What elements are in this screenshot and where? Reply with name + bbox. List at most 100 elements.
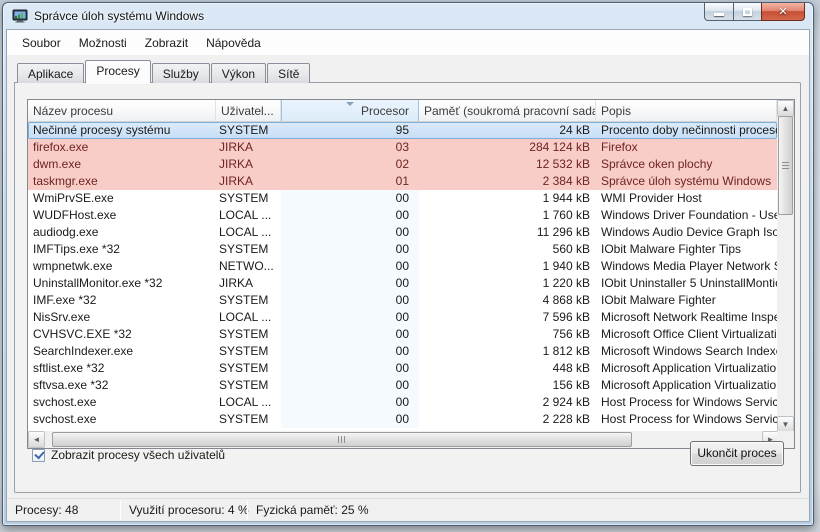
- close-button[interactable]: ✕: [761, 3, 805, 21]
- show-all-users-label: Zobrazit procesy všech uživatelů: [51, 448, 225, 462]
- cell-memory: 2 384 kB: [419, 173, 596, 190]
- cell-user: SYSTEM: [216, 292, 281, 309]
- table-row[interactable]: UninstallMonitor.exe *32 JIRKA 00 1 220 …: [28, 275, 777, 292]
- column-header-memory[interactable]: Paměť (soukromá pracovní sada): [419, 100, 596, 121]
- cell-description: Microsoft Windows Search Indexer: [596, 343, 777, 360]
- cell-cpu: 95: [281, 122, 419, 139]
- cell-memory: 11 296 kB: [419, 224, 596, 241]
- cell-user: JIRKA: [216, 139, 281, 156]
- vertical-scrollbar[interactable]: ▲ ▼: [777, 100, 794, 433]
- tab-aplikace[interactable]: Aplikace: [17, 63, 84, 83]
- cell-memory: 1 940 kB: [419, 258, 596, 275]
- cell-cpu: 00: [281, 309, 419, 326]
- cell-cpu: 00: [281, 190, 419, 207]
- table-row[interactable]: firefox.exe JIRKA 03 284 124 kB Firefox: [28, 139, 777, 156]
- cell-cpu: 00: [281, 241, 419, 258]
- table-row[interactable]: WmiPrvSE.exe SYSTEM 00 1 944 kB WMI Prov…: [28, 190, 777, 207]
- show-all-users-checkbox[interactable]: [32, 449, 45, 462]
- column-header-user[interactable]: Uživatel...: [216, 100, 281, 121]
- table-row[interactable]: svchost.exe LOCAL ... 00 2 924 kB Host P…: [28, 394, 777, 411]
- cell-description: Správce oken plochy: [596, 156, 777, 173]
- cell-cpu: 03: [281, 139, 419, 156]
- task-manager-window: Správce úloh systému Windows ✕ Soubor Mo…: [2, 2, 814, 526]
- cell-cpu: 00: [281, 275, 419, 292]
- table-row[interactable]: wmpnetwk.exe NETWO... 00 1 940 kB Window…: [28, 258, 777, 275]
- tab-procesy[interactable]: Procesy: [85, 60, 150, 83]
- cell-cpu: 00: [281, 292, 419, 309]
- cell-process-name: NisSrv.exe: [28, 309, 216, 326]
- cell-description: IObit Uninstaller 5 UninstallMontior: [596, 275, 777, 292]
- menu-bar: Soubor Možnosti Zobrazit Nápověda: [7, 30, 809, 55]
- scroll-left-icon[interactable]: ◄: [28, 431, 45, 448]
- window-client-area: Soubor Možnosti Zobrazit Nápověda Aplika…: [6, 29, 810, 522]
- table-body: Nečinné procesy systému SYSTEM 95 24 kB …: [28, 122, 777, 433]
- show-all-users-row[interactable]: Zobrazit procesy všech uživatelů: [32, 448, 225, 462]
- thumb-grip-icon: [782, 162, 789, 169]
- table-row[interactable]: svchost.exe SYSTEM 00 2 228 kB Host Proc…: [28, 411, 777, 428]
- maximize-button[interactable]: [733, 3, 762, 21]
- menu-zobrazit[interactable]: Zobrazit: [136, 33, 197, 53]
- menu-moznosti[interactable]: Možnosti: [70, 33, 136, 53]
- cell-process-name: IMF.exe *32: [28, 292, 216, 309]
- cell-user: SYSTEM: [216, 360, 281, 377]
- end-process-button[interactable]: Ukončit proces: [690, 441, 784, 466]
- tab-vykon[interactable]: Výkon: [211, 63, 266, 83]
- cell-user: SYSTEM: [216, 241, 281, 258]
- tab-site[interactable]: Sítě: [267, 63, 310, 83]
- cell-cpu: 00: [281, 258, 419, 275]
- cell-memory: 156 kB: [419, 377, 596, 394]
- cell-memory: 1 812 kB: [419, 343, 596, 360]
- cell-process-name: Nečinné procesy systému: [28, 122, 216, 139]
- column-header-cpu[interactable]: Procesor: [281, 100, 419, 121]
- menu-soubor[interactable]: Soubor: [13, 33, 70, 53]
- cell-user: LOCAL ...: [216, 309, 281, 326]
- table-row[interactable]: WUDFHost.exe LOCAL ... 00 1 760 kB Windo…: [28, 207, 777, 224]
- tab-sluzby[interactable]: Služby: [152, 63, 210, 83]
- cell-user: SYSTEM: [216, 122, 281, 139]
- cell-cpu: 00: [281, 343, 419, 360]
- cell-user: JIRKA: [216, 156, 281, 173]
- vertical-scrollbar-thumb[interactable]: [778, 116, 793, 215]
- status-bar: Procesy: 48 Využití procesoru: 4 % Fyzic…: [7, 498, 809, 521]
- cell-description: WMI Provider Host: [596, 190, 777, 207]
- cell-user: SYSTEM: [216, 190, 281, 207]
- cell-memory: 12 532 kB: [419, 156, 596, 173]
- minimize-button[interactable]: [704, 3, 734, 21]
- cell-user: SYSTEM: [216, 343, 281, 360]
- table-row[interactable]: dwm.exe JIRKA 02 12 532 kB Správce oken …: [28, 156, 777, 173]
- cell-description: Microsoft Application Virtualization Vi: [596, 377, 777, 394]
- maximize-icon: [743, 8, 752, 16]
- cell-process-name: WmiPrvSE.exe: [28, 190, 216, 207]
- cell-process-name: dwm.exe: [28, 156, 216, 173]
- process-list: Název procesu Uživatel... Procesor Paměť…: [27, 99, 795, 449]
- task-manager-app-icon: [12, 8, 28, 24]
- titlebar[interactable]: Správce úloh systému Windows ✕: [3, 3, 813, 29]
- cell-description: Firefox: [596, 139, 777, 156]
- column-header-process-name[interactable]: Název procesu: [28, 100, 216, 121]
- table-row[interactable]: IMF.exe *32 SYSTEM 00 4 868 kB IObit Mal…: [28, 292, 777, 309]
- cell-cpu: 00: [281, 207, 419, 224]
- table-row[interactable]: Nečinné procesy systému SYSTEM 95 24 kB …: [28, 122, 777, 139]
- table-row[interactable]: IMFTips.exe *32 SYSTEM 00 560 kB IObit M…: [28, 241, 777, 258]
- cell-cpu: 00: [281, 377, 419, 394]
- scroll-up-icon[interactable]: ▲: [777, 100, 794, 117]
- table-row[interactable]: SearchIndexer.exe SYSTEM 00 1 812 kB Mic…: [28, 343, 777, 360]
- cell-description: IObit Malware Fighter Tips: [596, 241, 777, 258]
- cell-description: Správce úloh systému Windows: [596, 173, 777, 190]
- table-row[interactable]: audiodg.exe LOCAL ... 00 11 296 kB Windo…: [28, 224, 777, 241]
- horizontal-scrollbar[interactable]: ◄ ►: [28, 431, 779, 448]
- cell-user: SYSTEM: [216, 377, 281, 394]
- table-row[interactable]: taskmgr.exe JIRKA 01 2 384 kB Správce úl…: [28, 173, 777, 190]
- cell-cpu: 00: [281, 360, 419, 377]
- sort-arrow-icon: [346, 102, 354, 106]
- table-row[interactable]: NisSrv.exe LOCAL ... 00 7 596 kB Microso…: [28, 309, 777, 326]
- table-header: Název procesu Uživatel... Procesor Paměť…: [28, 100, 777, 122]
- table-row[interactable]: CVHSVC.EXE *32 SYSTEM 00 756 kB Microsof…: [28, 326, 777, 343]
- table-row[interactable]: sftlist.exe *32 SYSTEM 00 448 kB Microso…: [28, 360, 777, 377]
- menu-napoveda[interactable]: Nápověda: [197, 33, 270, 53]
- cell-user: SYSTEM: [216, 326, 281, 343]
- horizontal-scrollbar-thumb[interactable]: [52, 432, 632, 447]
- cell-cpu: 00: [281, 411, 419, 428]
- column-header-description[interactable]: Popis: [596, 100, 777, 121]
- table-row[interactable]: sftvsa.exe *32 SYSTEM 00 156 kB Microsof…: [28, 377, 777, 394]
